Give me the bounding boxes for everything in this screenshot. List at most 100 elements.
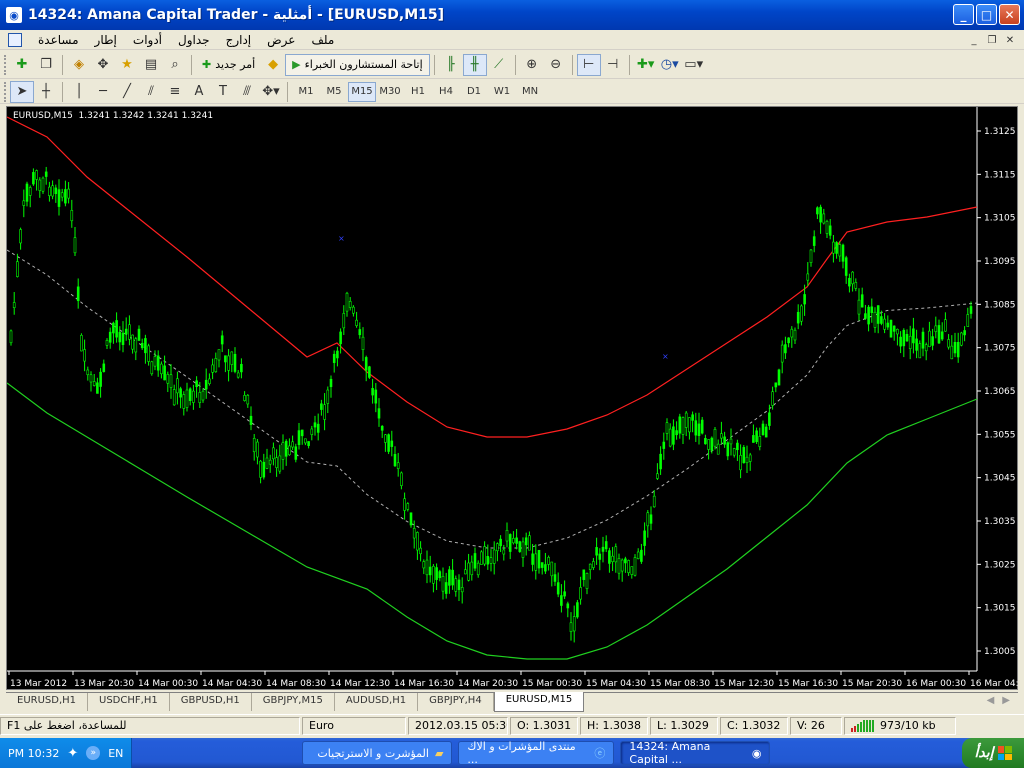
tf-h4[interactable]: H4 bbox=[432, 82, 460, 102]
horizontal-line-icon[interactable]: ─ bbox=[91, 81, 115, 103]
title-bar[interactable]: ◉ 14324: Amana Capital Trader - أمثلية -… bbox=[0, 0, 1024, 30]
tab-gbpjpy-m15[interactable]: GBPJPY,M15 bbox=[252, 693, 335, 711]
strategy-tester-icon[interactable]: ⌕ bbox=[163, 54, 187, 76]
candle-body bbox=[614, 546, 618, 563]
status-connection[interactable]: 973/10 kb bbox=[844, 716, 956, 735]
candle-body bbox=[73, 237, 77, 254]
templates-icon[interactable]: ▭▾ bbox=[682, 54, 706, 76]
toolbar-grip-2[interactable] bbox=[4, 81, 7, 102]
candle-body bbox=[256, 441, 259, 458]
profiles-icon[interactable]: ❐ bbox=[34, 54, 58, 76]
new-chart-icon[interactable]: ✚ bbox=[10, 54, 34, 76]
warning-icon[interactable]: ◆ bbox=[261, 54, 285, 76]
start-button[interactable]: إبدأ bbox=[962, 738, 1024, 768]
clock[interactable]: PM 10:32 bbox=[8, 747, 59, 760]
tab-audusd-h1[interactable]: AUDUSD,H1 bbox=[335, 693, 419, 711]
document-icon[interactable] bbox=[8, 32, 22, 47]
language-indicator[interactable]: EN bbox=[108, 747, 123, 760]
menu-insert[interactable]: إدارج bbox=[218, 33, 260, 47]
mdi-minimize-button[interactable]: _ bbox=[966, 33, 982, 47]
trendline-icon[interactable]: ╱ bbox=[115, 81, 139, 103]
price-label: 1.3095 bbox=[984, 257, 1016, 267]
zoom-out-icon[interactable]: ⊖ bbox=[544, 54, 568, 76]
cursor-icon[interactable]: ➤ bbox=[10, 80, 34, 103]
status-datetime: 2012.03.15 05:30 bbox=[408, 716, 508, 735]
tray-expand-icon[interactable]: » bbox=[86, 746, 101, 760]
vertical-line-icon[interactable]: │ bbox=[67, 81, 91, 103]
tab-scroll-left-icon[interactable]: ◀ bbox=[987, 695, 995, 706]
candle-body bbox=[262, 461, 266, 478]
tf-m30[interactable]: M30 bbox=[376, 82, 404, 102]
candle-body bbox=[499, 538, 502, 547]
tf-m1[interactable]: M1 bbox=[292, 82, 320, 102]
tab-scroll-right-icon[interactable]: ▶ bbox=[1002, 695, 1010, 706]
crosshair-icon[interactable]: ┼ bbox=[34, 81, 58, 103]
text-icon[interactable]: A bbox=[187, 81, 211, 103]
tab-gbpusd-h1[interactable]: GBPUSD,H1 bbox=[170, 693, 252, 711]
close-button[interactable]: ✕ bbox=[999, 4, 1020, 25]
equidistant-channel-icon[interactable]: ⫽ bbox=[139, 81, 163, 103]
fibonacci-icon[interactable]: ≡ bbox=[163, 81, 187, 103]
favorites-icon[interactable]: ★ bbox=[115, 54, 139, 76]
menu-view[interactable]: عرض bbox=[259, 33, 303, 47]
shapes-icon[interactable]: ✥▾ bbox=[259, 81, 283, 103]
candle-body bbox=[889, 319, 893, 338]
tab-eurusd-h1[interactable]: EURUSD,H1 bbox=[6, 693, 89, 711]
task-forum[interactable]: منتدى المؤشرات و الاك ... ⓔ bbox=[458, 740, 615, 766]
candle-body bbox=[902, 329, 906, 347]
tf-w1[interactable]: W1 bbox=[488, 82, 516, 102]
mdi-restore-button[interactable]: ❐ bbox=[984, 33, 1000, 47]
arrows-icon[interactable]: ⫻ bbox=[235, 81, 259, 103]
chart-canvas[interactable]: 1.3125 1.3115 1.3105 1.3095 1.3085 1.3075 1.30… bbox=[7, 107, 1019, 691]
menu-window[interactable]: إطار bbox=[87, 33, 125, 47]
tf-d1[interactable]: D1 bbox=[460, 82, 488, 102]
navigator-icon[interactable]: ✥ bbox=[91, 54, 115, 76]
menu-charts[interactable]: جداول bbox=[170, 33, 218, 47]
new-order-button[interactable]: ✚ أمر جديد bbox=[196, 54, 261, 76]
chart-shift-icon[interactable]: ⊣ bbox=[601, 54, 625, 76]
tf-m15[interactable]: M15 bbox=[348, 81, 376, 102]
minimize-button[interactable]: _ bbox=[953, 4, 974, 25]
text-label-icon[interactable]: T bbox=[211, 81, 235, 103]
candle-body bbox=[803, 294, 806, 305]
maximize-button[interactable]: □ bbox=[976, 4, 997, 25]
market-watch-icon[interactable]: ◈ bbox=[67, 54, 91, 76]
candlestick-icon[interactable]: ╫ bbox=[462, 53, 487, 76]
candle-body bbox=[208, 378, 211, 384]
candle-body bbox=[966, 314, 970, 327]
price-chart[interactable]: 1.3125 1.3115 1.3105 1.3095 1.3085 1.3075 1.30… bbox=[6, 106, 1019, 691]
periods-icon[interactable]: ◷▾ bbox=[658, 54, 682, 76]
candle-body bbox=[457, 579, 461, 590]
candle-body bbox=[281, 442, 285, 460]
tab-usdchf-h1[interactable]: USDCHF,H1 bbox=[88, 693, 170, 711]
tf-m5[interactable]: M5 bbox=[320, 82, 348, 102]
terminal-icon[interactable]: ▤ bbox=[139, 54, 163, 76]
volume-icon[interactable]: ✦ bbox=[67, 746, 78, 761]
candle-body bbox=[137, 328, 141, 341]
candle-body bbox=[806, 273, 810, 281]
menu-file[interactable]: ملف bbox=[303, 33, 342, 47]
status-close: C: 1.3032 bbox=[720, 716, 788, 735]
candle-body bbox=[326, 389, 330, 404]
indicators-icon[interactable]: ✚▾ bbox=[634, 54, 658, 76]
menu-help[interactable]: مساعدة bbox=[30, 33, 87, 47]
task-trader[interactable]: 14324: Amana Capital ... ◉ bbox=[620, 740, 771, 766]
auto-scroll-icon[interactable]: ⊢ bbox=[576, 53, 601, 76]
candle-body bbox=[115, 320, 118, 338]
bar-chart-icon[interactable]: ╟ bbox=[439, 54, 463, 76]
mdi-close-button[interactable]: ✕ bbox=[1002, 33, 1018, 47]
status-profile: Euro bbox=[302, 716, 406, 735]
line-chart-icon[interactable]: ⟋ bbox=[487, 54, 511, 76]
app-icon[interactable]: ◉ bbox=[6, 7, 22, 23]
tab-eurusd-m15[interactable]: EURUSD,M15 bbox=[493, 692, 585, 712]
candle-body bbox=[812, 236, 816, 246]
task-strategies[interactable]: المؤشرت و الاسترتجيات ▰ bbox=[302, 741, 453, 765]
menu-tools[interactable]: أدوات bbox=[125, 33, 170, 47]
zoom-in-icon[interactable]: ⊕ bbox=[520, 54, 544, 76]
tf-h1[interactable]: H1 bbox=[404, 82, 432, 102]
candle-body bbox=[163, 365, 166, 381]
tab-gbpjpy-h4[interactable]: GBPJPY,H4 bbox=[418, 693, 494, 711]
expert-advisors-button[interactable]: ▶ إتاحة المستشارون الخبراء bbox=[285, 53, 430, 76]
tf-mn[interactable]: MN bbox=[516, 82, 544, 102]
toolbar-grip[interactable] bbox=[4, 54, 7, 75]
